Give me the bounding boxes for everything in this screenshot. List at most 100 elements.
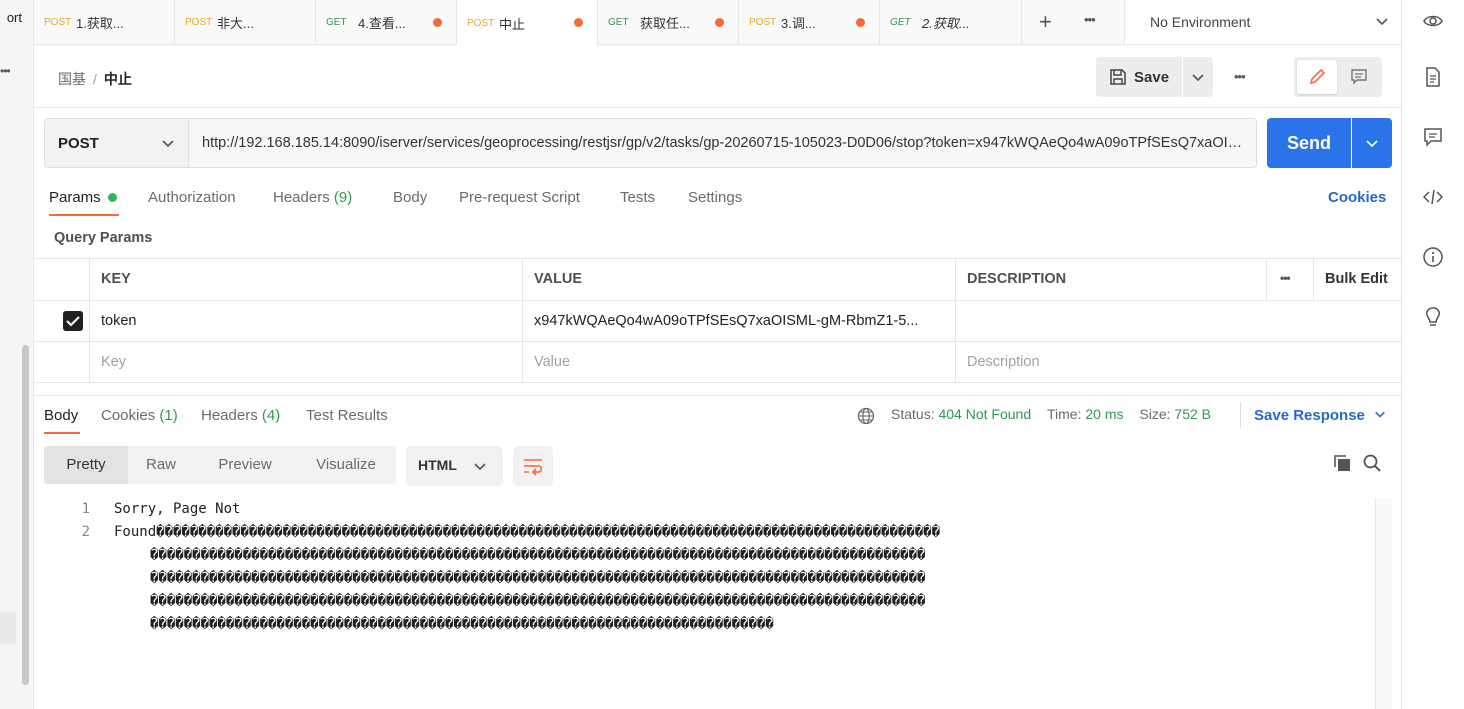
view-visualize[interactable]: Visualize [296, 446, 396, 484]
wrap-lines-button[interactable] [513, 446, 553, 486]
sidebar-import-label[interactable]: ort [0, 10, 22, 25]
globe-icon[interactable] [857, 407, 875, 425]
tab-params[interactable]: Params [49, 189, 101, 206]
description-placeholder: Description [967, 354, 1040, 370]
tab-title: 1.获取... [76, 16, 124, 31]
url-input[interactable]: http://192.168.185.14:8090/iserver/servi… [189, 118, 1257, 168]
save-response-label: Save Response [1254, 407, 1365, 424]
tab-headers[interactable]: Headers (9) [273, 189, 352, 206]
info-icon[interactable] [1422, 246, 1444, 268]
table-header-row: KEY VALUE DESCRIPTION ••• Bulk Edit [34, 259, 1401, 301]
value-placeholder: Value [534, 354, 571, 370]
response-body-editor[interactable]: 1 Sorry, Page Not 2 Found���������������… [34, 498, 1376, 709]
code-line-wrapped: ����������������������������������������… [150, 570, 926, 586]
chevron-down-icon [162, 140, 174, 148]
code-line: Found�����������������������������������… [114, 524, 941, 540]
request-tab[interactable]: POST 非大... [175, 0, 316, 45]
status-label: Status: [891, 406, 935, 422]
response-tab-headers[interactable]: Headers (4) [201, 407, 280, 424]
view-preview[interactable]: Preview [194, 446, 296, 484]
key-input[interactable]: Key [90, 342, 523, 382]
param-key-cell[interactable]: token [90, 301, 523, 341]
request-tab-active[interactable]: POST 中止 [457, 0, 598, 46]
request-tab-bar: POST 1.获取... POST 非大... GET 4.查看... POST… [34, 0, 1124, 46]
wrap-lines-icon [524, 459, 543, 476]
request-tab[interactable]: GET 2.获取... [880, 0, 1022, 45]
breadcrumb-current[interactable]: 中止 [104, 71, 132, 87]
edit-mode-button[interactable] [1297, 60, 1337, 94]
view-pretty[interactable]: Pretty [44, 446, 128, 484]
param-value-cell[interactable]: x947kWQAeQo4wA09oTPfSEsQ7xaOISML-gM-RbmZ… [523, 301, 956, 341]
params-active-dot-icon [108, 193, 117, 202]
request-tab[interactable]: POST 1.获取... [34, 0, 175, 45]
method-select[interactable]: POST [44, 118, 189, 168]
column-options-button[interactable]: ••• [1267, 259, 1314, 300]
send-button[interactable]: Send [1267, 118, 1351, 168]
view-raw[interactable]: Raw [128, 446, 194, 484]
description-input[interactable]: Description [956, 342, 1401, 382]
divider [34, 107, 1401, 108]
status-value[interactable]: 404 Not Found [938, 406, 1031, 422]
bulk-edit-button[interactable]: Bulk Edit [1314, 259, 1401, 300]
request-tab[interactable]: GET 4.查看... [316, 0, 457, 45]
response-headers-count: (4) [261, 407, 281, 424]
cookies-link[interactable]: Cookies [1328, 189, 1386, 206]
time-value[interactable]: 20 ms [1085, 406, 1123, 422]
new-tab-plus-icon[interactable]: + [1039, 9, 1052, 35]
size-value[interactable]: 752 B [1174, 406, 1211, 422]
active-tab-indicator [49, 214, 119, 216]
response-tab-test-results[interactable]: Test Results [306, 407, 388, 424]
request-tab[interactable]: GET 获取任... [598, 0, 739, 45]
lightbulb-icon[interactable] [1422, 306, 1444, 328]
response-headers-label: Headers [201, 407, 258, 424]
sidebar-selected-item[interactable] [0, 612, 16, 644]
tab-body[interactable]: Body [393, 189, 427, 206]
save-response-button[interactable]: Save Response [1254, 407, 1386, 424]
divider [34, 395, 1401, 396]
param-description-cell[interactable] [956, 301, 1401, 341]
eye-icon[interactable] [1422, 10, 1444, 32]
row-checkbox-cell [34, 342, 90, 382]
value-input[interactable]: Value [523, 342, 956, 382]
unsaved-dot-icon [715, 18, 724, 27]
tab-tests[interactable]: Tests [620, 189, 655, 206]
editor-scrollbar[interactable] [1375, 498, 1392, 709]
value-header: VALUE [534, 271, 583, 287]
request-more-icon[interactable]: ••• [1234, 69, 1246, 84]
code-line: Sorry, Page Not [114, 501, 241, 517]
checkbox-column-header [34, 259, 90, 300]
save-icon [1110, 69, 1126, 85]
language-select[interactable]: HTML [406, 446, 503, 486]
save-button[interactable]: Save [1096, 57, 1182, 97]
unsaved-dot-icon [433, 18, 442, 27]
tab-method: GET [326, 17, 347, 28]
chevron-down-icon [1375, 411, 1385, 418]
tab-more-icon[interactable]: ••• [1084, 12, 1096, 27]
active-tab-indicator [44, 432, 80, 434]
response-tab-cookies[interactable]: Cookies (1) [101, 407, 178, 424]
view-mode-tabs: Pretty Raw Preview Visualize [44, 446, 396, 484]
edit-comment-toggle [1294, 57, 1382, 97]
save-dropdown-button[interactable] [1183, 57, 1213, 97]
row-checkbox[interactable] [63, 311, 83, 331]
comments-icon[interactable] [1422, 126, 1444, 148]
tab-settings[interactable]: Settings [688, 189, 742, 206]
code-line-wrapped: ����������������������������������������… [150, 616, 774, 632]
sidebar-more-icon[interactable]: ••• [0, 64, 11, 78]
tab-prerequest-script[interactable]: Pre-request Script [459, 189, 580, 206]
response-tab-body[interactable]: Body [44, 407, 78, 424]
copy-icon[interactable] [1332, 453, 1352, 473]
comment-mode-button[interactable] [1339, 60, 1379, 94]
description-header: DESCRIPTION [967, 271, 1067, 287]
chevron-down-icon [1376, 18, 1388, 26]
environment-label: No Environment [1150, 14, 1251, 30]
documentation-icon[interactable] [1422, 66, 1444, 88]
breadcrumb-parent[interactable]: 国基 [58, 71, 86, 87]
send-dropdown-button[interactable] [1352, 118, 1392, 168]
code-icon[interactable] [1422, 186, 1444, 208]
request-tab[interactable]: POST 3.调... [739, 0, 880, 45]
sidebar-scrollbar[interactable] [22, 345, 29, 685]
search-icon[interactable] [1362, 453, 1382, 473]
environment-selector[interactable]: No Environment [1124, 0, 1401, 45]
tab-authorization[interactable]: Authorization [148, 189, 236, 206]
